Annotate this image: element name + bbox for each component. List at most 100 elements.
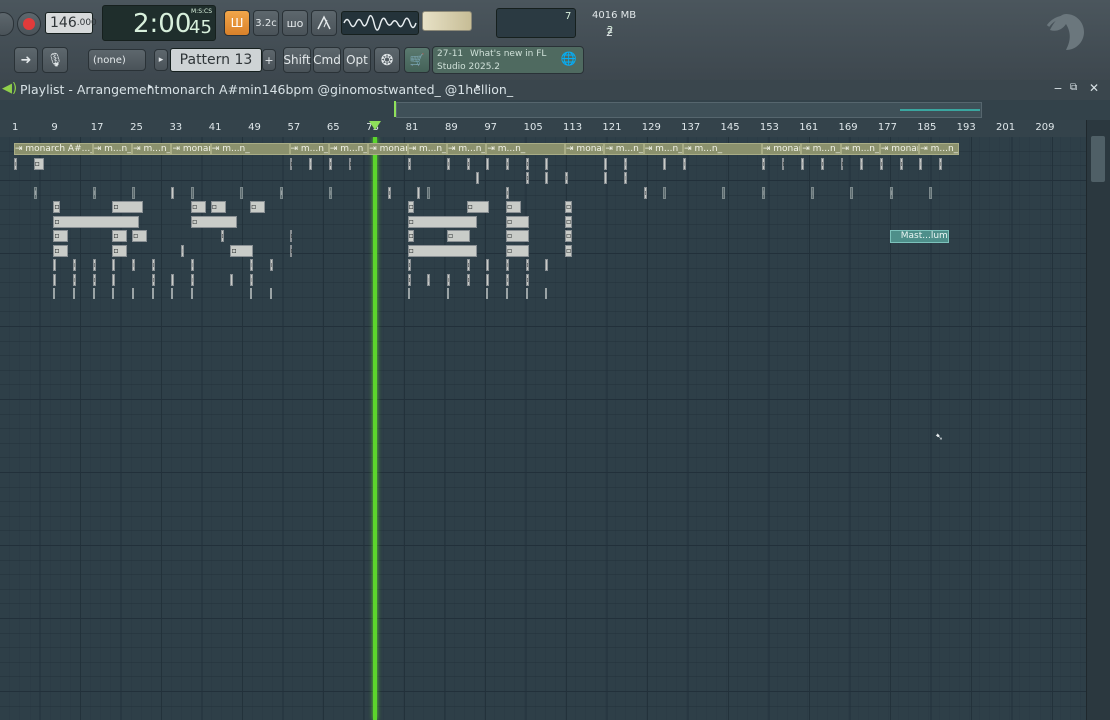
pattern-clip[interactable]: ▫ <box>53 230 69 242</box>
pattern-clip-thin[interactable] <box>486 288 489 299</box>
pattern-clip[interactable]: ▫ <box>476 172 480 184</box>
audio-clip[interactable]: ⇥ m...n_ <box>92 143 133 155</box>
audio-clip[interactable]: ⇥ m...n_ <box>801 143 841 155</box>
tempo-display[interactable]: 146.000 <box>45 12 97 34</box>
pattern-clip[interactable]: ▫ <box>506 259 509 271</box>
pattern-clip-thin[interactable] <box>53 288 56 299</box>
automation-clip[interactable]: Mast...lume <box>889 230 949 243</box>
news-panel[interactable]: 27-11 What's new in FL Studio 2025.2 🌐 <box>432 46 584 74</box>
pattern-clip[interactable]: ▫ <box>624 157 627 170</box>
pattern-clip[interactable]: ▫ <box>53 244 69 257</box>
pattern-clip[interactable]: ▫ Pat...1 <box>191 186 195 199</box>
pattern-clip[interactable]: ▫ Pat...1 <box>240 186 244 199</box>
audio-clip[interactable]: ⇥ m...n_ <box>840 143 880 155</box>
maximize-icon[interactable]: ⧉ <box>1070 82 1077 93</box>
pattern-clip[interactable]: ▫ <box>506 230 529 242</box>
pattern-clip[interactable]: ▫ Pat...1 <box>427 186 431 199</box>
pattern-clip[interactable]: ▫ Pat...1 <box>850 186 854 199</box>
pattern-clip-thin[interactable] <box>446 288 449 299</box>
pattern-clip[interactable]: ▫ Pat...1 <box>929 186 933 199</box>
pattern-clip[interactable]: ▫ <box>486 259 490 271</box>
add-pattern-button[interactable]: + <box>262 49 276 71</box>
pattern-clip[interactable]: ▫ <box>407 201 415 213</box>
pattern-clip-thin[interactable] <box>92 288 95 299</box>
audio-clip[interactable]: ⇥ monarch A#..._@1hellion_ <box>761 143 802 155</box>
audio-clip[interactable]: ⇥ m...n_ <box>210 143 290 155</box>
pattern-clip[interactable]: ▫ Pat...2 <box>132 186 135 199</box>
pattern-clip[interactable]: ▫ <box>191 201 206 213</box>
pattern-clip[interactable]: ▫ <box>250 259 254 271</box>
pattern-clip[interactable]: ▫ <box>801 157 805 170</box>
pattern-clip[interactable]: ▫ <box>348 157 352 170</box>
pattern-clip-thin[interactable] <box>73 288 76 299</box>
pattern-clip[interactable]: ▫ <box>250 273 254 286</box>
pattern-clip[interactable]: ▫ Pat...3 <box>889 186 893 199</box>
pattern-clip[interactable]: ▫ <box>506 186 509 199</box>
audio-clip[interactable]: ⇥ m...n_ <box>604 143 644 155</box>
pattern-clip-thin[interactable] <box>407 288 410 299</box>
pattern-clip[interactable]: ▫ <box>565 230 572 242</box>
pattern-clip[interactable]: ▫ <box>781 157 785 170</box>
playhead-marker-icon[interactable] <box>369 121 381 130</box>
pattern-clip[interactable]: ▫ <box>565 215 572 228</box>
pattern-clip[interactable]: ▫ <box>820 157 824 170</box>
pattern-clip-thin[interactable] <box>525 288 528 299</box>
pattern-clip[interactable]: ▫ <box>899 157 903 170</box>
pattern-clip[interactable]: ▫ Pat...1 <box>279 186 283 199</box>
playlist-overview-scrollbar[interactable] <box>0 100 1110 120</box>
pattern-clip[interactable]: ▫ <box>407 259 411 271</box>
pattern-clip[interactable]: ▫ Pat...1 <box>663 186 667 199</box>
pattern-clip[interactable]: ▫ <box>879 157 883 170</box>
pattern-clip[interactable]: ▫ <box>417 186 421 199</box>
record-button[interactable] <box>17 12 41 36</box>
stretch-button[interactable]: шо <box>282 10 308 36</box>
audio-clip[interactable]: ⇥ m...n_ <box>407 143 447 155</box>
close-icon[interactable]: ✕ <box>1089 81 1099 95</box>
pattern-clip[interactable]: ▫ <box>387 186 391 199</box>
audio-clip[interactable]: ⇥ monarch A#..._@1hellion_ <box>171 143 211 155</box>
pattern-clip[interactable]: ▫ <box>919 157 923 170</box>
pattern-clip[interactable]: ▫ <box>210 201 226 213</box>
audio-clip[interactable]: ⇥ monarch A#..._@1hellion_ <box>565 143 605 155</box>
pattern-clip[interactable]: ▫ <box>407 215 478 228</box>
audio-clip[interactable]: ⇥ m...n_ <box>919 143 959 155</box>
pattern-clip[interactable]: ▫ <box>328 157 332 170</box>
pattern-clip[interactable]: ▫ <box>171 273 175 286</box>
pattern-clip[interactable]: ▫ <box>73 273 76 286</box>
snap-button[interactable]: 3.2c <box>253 10 279 36</box>
audio-clip[interactable]: ⇥ monarch A#..._@1hellion_ <box>14 143 93 155</box>
shift-button[interactable]: Shift <box>283 47 311 73</box>
pattern-clip[interactable]: ▫ <box>92 273 96 286</box>
pattern-clip[interactable]: ▫ <box>230 273 234 286</box>
pattern-clip[interactable]: ▫ <box>545 259 549 271</box>
pattern-clip[interactable]: ▫ <box>466 273 470 286</box>
typing-keyboard-button[interactable]: Ш <box>224 10 250 36</box>
pattern-clip[interactable]: ▫ <box>112 259 116 271</box>
arrangement-grid[interactable]: ⇥ monarch A#..._@1hellion_⇥ m...n_⇥ m...… <box>0 137 1086 720</box>
pattern-clip[interactable]: ▫ <box>486 273 490 286</box>
pattern-clip[interactable]: ▫ <box>643 186 647 199</box>
pattern-clip[interactable]: ▫ <box>171 186 175 199</box>
pattern-clip[interactable]: ▫ <box>132 259 135 271</box>
pattern-clip-thin[interactable] <box>191 288 194 299</box>
audio-clip[interactable]: ⇥ monarch A#..._@1hellion_ <box>368 143 408 155</box>
stop-button[interactable] <box>0 12 14 36</box>
pattern-clip[interactable]: ▫ <box>506 201 521 213</box>
pattern-clip[interactable]: ▫ Pat...1 <box>722 186 726 199</box>
audio-clip[interactable]: ⇥ m...n_ <box>289 143 329 155</box>
pattern-clip[interactable]: ▫ <box>565 244 572 257</box>
pattern-clip[interactable]: ▫ <box>151 259 155 271</box>
pattern-clip[interactable]: ▫ <box>683 157 687 170</box>
pattern-clip[interactable]: ▫ <box>250 201 265 213</box>
pattern-clip[interactable]: ▫ <box>112 230 128 242</box>
pattern-clip-thin[interactable] <box>545 288 548 299</box>
audio-clip[interactable]: ⇥ monarch A#..._@1hellion_ <box>879 143 920 155</box>
pattern-clip[interactable]: ▫ <box>269 259 273 271</box>
pattern-clip[interactable]: ▫ <box>466 157 470 170</box>
pattern-clip[interactable]: ▫ <box>663 157 667 170</box>
pattern-clip[interactable]: ▫ <box>151 273 155 286</box>
pattern-clip[interactable]: ▫ <box>407 244 478 257</box>
pattern-clip-thin[interactable] <box>250 288 253 299</box>
pattern-clip[interactable]: ▫ <box>289 244 293 257</box>
microphone-button[interactable]: 🎙 <box>42 47 68 73</box>
